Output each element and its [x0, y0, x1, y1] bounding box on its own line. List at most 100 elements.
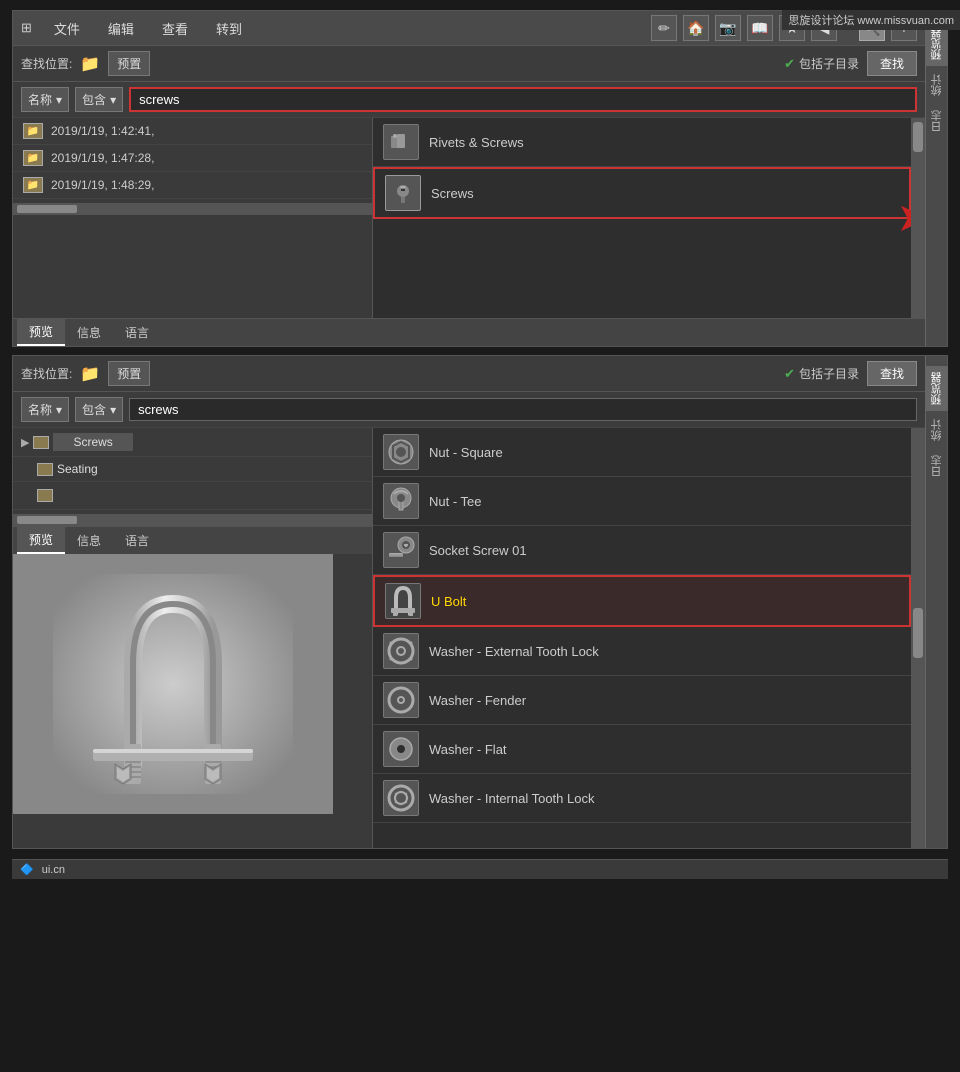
- menu-goto[interactable]: 转到: [210, 17, 248, 40]
- socket-screw-icon: [383, 532, 419, 568]
- location-label: 预置: [117, 55, 141, 72]
- bottom-condition-chevron: ▾: [110, 403, 116, 417]
- bottom-side-tab-log[interactable]: 日志: [926, 449, 948, 483]
- camera-icon-btn[interactable]: 📷: [715, 15, 741, 41]
- top-right-pane: Rivets & Screws Screws ➤: [373, 118, 925, 318]
- result-washer-ext[interactable]: Washer - External Tooth Lock: [373, 627, 911, 676]
- nut-square-label: Nut - Square: [429, 445, 503, 460]
- tree-date-3: 2019/1/19, 1:48:29,: [51, 178, 154, 192]
- bottom-left-pane: ▶ Screws Seating 预览 信息 语言: [13, 428, 373, 848]
- condition-chevron: ▾: [110, 93, 116, 107]
- result-rivets-screws[interactable]: Rivets & Screws: [373, 118, 911, 167]
- socket-screw-label: Socket Screw 01: [429, 543, 527, 558]
- bottom-field-chevron: ▾: [56, 403, 62, 417]
- top-right-vscroll-thumb: [913, 122, 923, 152]
- bottom-right-pane: Nut - Square Nut - Tee: [373, 428, 925, 848]
- top-left-pane: 📁 2019/1/19, 1:42:41, 📁 2019/1/19, 1:47:…: [13, 118, 373, 318]
- folder-icon-seating: [37, 463, 53, 476]
- menu-view[interactable]: 查看: [156, 17, 194, 40]
- location-icon: 📁: [80, 54, 100, 74]
- bottom-right-vscroll[interactable]: [911, 428, 925, 848]
- bottom-location-label: 预置: [117, 365, 141, 382]
- bottom-include-subdir-label: 包括子目录: [799, 365, 859, 382]
- tree-item-2[interactable]: 📁 2019/1/19, 1:47:28,: [13, 145, 372, 172]
- nut-tee-icon: [383, 483, 419, 519]
- menu-edit[interactable]: 编辑: [102, 17, 140, 40]
- find-button[interactable]: 查找: [867, 51, 917, 76]
- rivets-screws-icon: [383, 124, 419, 160]
- bottom-tree-empty[interactable]: [13, 482, 372, 510]
- result-screws[interactable]: Screws: [373, 167, 911, 219]
- search-input-bottom[interactable]: [129, 398, 917, 421]
- result-u-bolt[interactable]: U Bolt: [373, 575, 911, 627]
- washer-flat-label: Washer - Flat: [429, 742, 507, 757]
- bottom-condition-label: 包含: [82, 401, 106, 418]
- screws-tree-label: Screws: [53, 433, 132, 451]
- tab-preview-top[interactable]: 预览: [17, 319, 65, 346]
- checkmark-icon: ✔: [784, 56, 795, 72]
- rivets-screws-label: Rivets & Screws: [429, 135, 524, 150]
- bottom-panel: 查找位置: 📁 预置 ✔ 包括子目录 查找 名称 ▾ 包含 ▾ ▶ S: [12, 355, 948, 849]
- tab-preview-bottom[interactable]: 预览: [17, 527, 65, 554]
- book-icon-btn[interactable]: 📖: [747, 15, 773, 41]
- bottom-condition-dropdown[interactable]: 包含 ▾: [75, 397, 123, 422]
- location-btn[interactable]: 预置: [108, 51, 150, 76]
- bottom-find-location-label: 查找位置:: [21, 365, 72, 382]
- top-bottom-tabs: 预览 信息 语言: [13, 318, 925, 346]
- bottom-find-button[interactable]: 查找: [867, 361, 917, 386]
- include-subdir-area: ✔ 包括子目录: [784, 55, 859, 72]
- top-left-hscroll[interactable]: [13, 203, 372, 215]
- menu-file[interactable]: 文件: [48, 17, 86, 40]
- result-washer-flat[interactable]: Washer - Flat: [373, 725, 911, 774]
- bottom-location-btn[interactable]: 预置: [108, 361, 150, 386]
- tab-lang-bottom[interactable]: 语言: [113, 527, 161, 554]
- top-filter-row: 名称 ▾ 包含 ▾: [13, 82, 925, 118]
- result-washer-int[interactable]: Washer - Internal Tooth Lock: [373, 774, 911, 823]
- tree-date-1: 2019/1/19, 1:42:41,: [51, 124, 154, 138]
- search-input-top[interactable]: [129, 87, 917, 112]
- bottom-field-dropdown[interactable]: 名称 ▾: [21, 397, 69, 422]
- bottom-tree-screws[interactable]: ▶ Screws: [13, 428, 372, 457]
- field-dropdown[interactable]: 名称 ▾: [21, 87, 69, 112]
- folder-icon-2: 📁: [23, 150, 43, 166]
- folder-icon-empty: [37, 489, 53, 502]
- tab-lang-top[interactable]: 语言: [113, 319, 161, 346]
- tree-item-3[interactable]: 📁 2019/1/19, 1:48:29,: [13, 172, 372, 199]
- bottom-side-tab-preview[interactable]: 预览器: [926, 366, 948, 411]
- edit-icon-btn[interactable]: ✏: [651, 15, 677, 41]
- bottom-filter-row: 名称 ▾ 包含 ▾: [13, 392, 925, 428]
- washer-int-label: Washer - Internal Tooth Lock: [429, 791, 594, 806]
- bottom-right-vscroll-thumb: [913, 608, 923, 658]
- home-icon-btn[interactable]: 🏠: [683, 15, 709, 41]
- washer-fender-label: Washer - Fender: [429, 693, 526, 708]
- find-location-label: 查找位置:: [21, 55, 72, 72]
- top-search-bar: 查找位置: 📁 预置 ✔ 包括子目录 查找: [13, 46, 925, 82]
- u-bolt-label: U Bolt: [431, 594, 466, 609]
- screws-icon: [385, 175, 421, 211]
- watermark: 思旋设计论坛 www.missvuan.com: [782, 10, 960, 30]
- side-tab-stats[interactable]: 统计: [926, 68, 948, 102]
- tab-info-top[interactable]: 信息: [65, 319, 113, 346]
- result-socket-screw[interactable]: Socket Screw 01: [373, 526, 911, 575]
- tree-item-1[interactable]: 📁 2019/1/19, 1:42:41,: [13, 118, 372, 145]
- bottom-left-hscroll[interactable]: [13, 514, 372, 526]
- section-gap: [0, 347, 960, 355]
- bottom-tree-seating[interactable]: Seating: [13, 457, 372, 482]
- bottom-location-icon: 📁: [80, 364, 100, 384]
- folder-icon-screws: [33, 436, 49, 449]
- washer-flat-icon: [383, 731, 419, 767]
- condition-dropdown[interactable]: 包含 ▾: [75, 87, 123, 112]
- result-washer-fender[interactable]: Washer - Fender: [373, 676, 911, 725]
- bottom-side-tab-stats[interactable]: 统计: [926, 413, 948, 447]
- washer-ext-label: Washer - External Tooth Lock: [429, 644, 599, 659]
- washer-int-icon: [383, 780, 419, 816]
- result-nut-tee[interactable]: Nut - Tee: [373, 477, 911, 526]
- top-right-vscroll[interactable]: [911, 118, 925, 318]
- result-nut-square[interactable]: Nut - Square: [373, 428, 911, 477]
- field-label: 名称: [28, 91, 52, 108]
- tab-info-bottom[interactable]: 信息: [65, 527, 113, 554]
- bottom-tabs-left: 预览 信息 语言: [13, 526, 372, 554]
- washer-fender-icon: [383, 682, 419, 718]
- side-tab-log[interactable]: 日志: [926, 104, 948, 138]
- folder-icon-1: 📁: [23, 123, 43, 139]
